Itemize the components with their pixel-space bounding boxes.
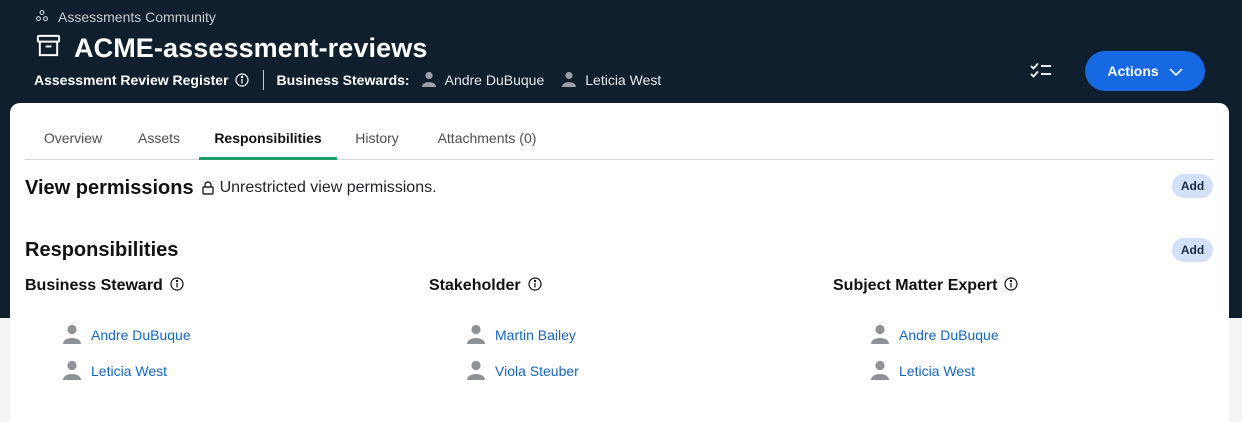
- info-icon[interactable]: [170, 276, 184, 296]
- view-permissions-title: View permissions: [25, 176, 194, 199]
- asset-type-label: Assessment Review Register: [34, 72, 229, 88]
- actions-label: Actions: [1107, 63, 1159, 79]
- person-item[interactable]: Martin Bailey: [467, 324, 576, 346]
- user-icon: [467, 360, 485, 383]
- person-link[interactable]: Andre DuBuque: [91, 327, 191, 343]
- person-link[interactable]: Viola Steuber: [495, 363, 579, 379]
- lock-icon: [201, 181, 214, 195]
- content-card: Overview Assets Responsibilities History…: [10, 103, 1229, 422]
- user-icon: [467, 324, 485, 347]
- title-row: ACME-assessment-reviews: [35, 31, 427, 65]
- role-business-steward: Business Steward Andre DuBuque Leticia W…: [25, 276, 405, 380]
- info-icon[interactable]: [1004, 276, 1019, 296]
- steward-chip[interactable]: Leticia West: [562, 71, 661, 90]
- user-icon: [63, 324, 81, 347]
- person-link[interactable]: Leticia West: [899, 363, 975, 379]
- user-icon: [63, 360, 81, 383]
- tab-history[interactable]: History: [350, 130, 404, 160]
- actions-button[interactable]: Actions: [1085, 51, 1205, 91]
- community-icon: [35, 9, 49, 26]
- tab-assets[interactable]: Assets: [132, 130, 186, 160]
- view-permissions-row: View permissions Unrestricted view permi…: [25, 176, 437, 200]
- view-permissions-text: Unrestricted view permissions.: [219, 179, 437, 196]
- person-link[interactable]: Martin Bailey: [495, 327, 576, 343]
- responsibilities-title: Responsibilities: [25, 239, 179, 261]
- info-icon[interactable]: [234, 73, 249, 87]
- breadcrumb-community[interactable]: Assessments Community: [58, 9, 216, 25]
- role-name: Business Steward: [25, 277, 163, 294]
- tab-responsibilities[interactable]: Responsibilities: [199, 130, 337, 160]
- tasks-button[interactable]: [1029, 60, 1053, 84]
- checklist-icon: [1030, 62, 1052, 83]
- person-item[interactable]: Viola Steuber: [467, 360, 579, 382]
- user-icon: [871, 324, 889, 347]
- user-icon: [871, 360, 889, 383]
- tab-attachments[interactable]: Attachments (0): [428, 130, 546, 160]
- person-item[interactable]: Leticia West: [63, 360, 167, 382]
- role-name: Subject Matter Expert: [833, 277, 998, 294]
- asset-meta: Assessment Review Register Business Stew…: [34, 70, 661, 90]
- person-link[interactable]: Leticia West: [91, 363, 167, 379]
- asset-type-icon: [35, 32, 62, 64]
- person-link[interactable]: Andre DuBuque: [899, 327, 999, 343]
- add-permission-button[interactable]: Add: [1172, 174, 1213, 198]
- steward-chip[interactable]: Andre DuBuque: [421, 71, 545, 90]
- person-item[interactable]: Leticia West: [871, 360, 975, 382]
- tab-overview[interactable]: Overview: [41, 130, 105, 160]
- role-stakeholder: Stakeholder Martin Bailey Viola Steuber: [429, 276, 809, 380]
- breadcrumb[interactable]: Assessments Community: [35, 8, 216, 26]
- chevron-down-icon: [1169, 63, 1183, 79]
- stewards-label: Business Stewards:: [276, 72, 410, 88]
- user-icon: [421, 71, 436, 90]
- tab-bar: Overview Assets Responsibilities History…: [25, 103, 1214, 160]
- role-subject-matter-expert: Subject Matter Expert Andre DuBuque Leti…: [833, 276, 1213, 380]
- steward-name[interactable]: Leticia West: [585, 72, 661, 88]
- person-item[interactable]: Andre DuBuque: [63, 324, 191, 346]
- divider: [262, 70, 264, 90]
- info-icon[interactable]: [527, 276, 542, 296]
- add-responsibility-button[interactable]: Add: [1172, 238, 1213, 262]
- role-name: Stakeholder: [429, 277, 521, 294]
- person-item[interactable]: Andre DuBuque: [871, 324, 999, 346]
- page-title: ACME-assessment-reviews: [74, 32, 428, 63]
- steward-name[interactable]: Andre DuBuque: [445, 72, 545, 88]
- user-icon: [562, 71, 577, 90]
